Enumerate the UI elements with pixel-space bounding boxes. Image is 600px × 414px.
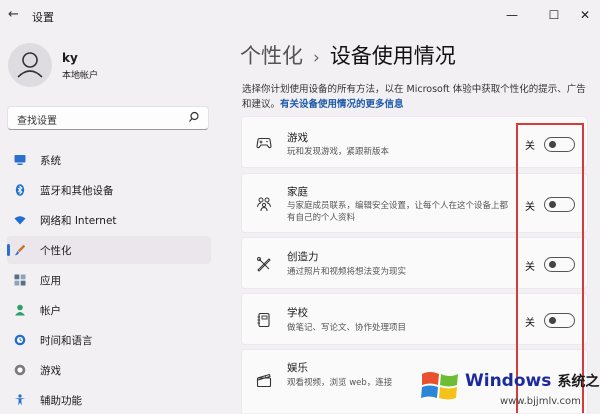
breadcrumb-parent[interactable]: 个性化 [240,44,303,68]
close-button[interactable]: ✕ [568,4,600,26]
title-bar: ← 设置 — ☐ ✕ [0,0,600,32]
brush-icon [14,244,26,256]
app-title: 设置 [32,11,54,24]
accessibility-icon [15,394,25,406]
sidebar-item-label: 辅助功能 [40,395,82,407]
sidebar-item-bluetooth[interactable]: 蓝牙和其他设备 [7,176,211,204]
watermark-brand-cn: 系统之家 [557,374,600,390]
sidebar-item-gaming[interactable]: 游戏 [7,356,211,384]
card-title: 家庭 [287,186,308,198]
globe-clock-icon [14,334,26,346]
minimize-button[interactable]: — [495,4,529,26]
page-description: 选择你计划使用设备的所有方法，以在 Microsoft 体验中获取个性化的提示、… [242,82,587,112]
person-icon [17,52,43,78]
sidebar-item-label: 蓝牙和其他设备 [40,185,114,197]
card-subtitle: 玩和发现游戏，紧跟新版本 [287,147,390,157]
sidebar-item-accounts[interactable]: 帐户 [7,296,211,324]
watermark-brand-en: Windows [465,371,552,391]
maximize-button[interactable]: ☐ [537,4,571,26]
sidebar-item-personalization[interactable]: 个性化 [7,236,211,264]
user-name: ky [62,51,78,65]
sidebar-item-apps[interactable]: 应用 [7,266,211,294]
bluetooth-icon [15,184,25,196]
monitor-icon [14,155,26,165]
sidebar-item-label: 时间和语言 [40,335,93,347]
sidebar-item-label: 游戏 [40,365,61,377]
search-icon[interactable] [188,111,200,123]
back-icon[interactable]: ← [8,7,19,22]
active-indicator [7,244,10,256]
learn-more-link[interactable]: 有关设备使用情况的更多信息 [280,99,404,110]
search-placeholder: 查找设置 [17,116,57,127]
apps-icon [14,274,26,286]
page-title: 设备使用情况 [329,44,456,68]
gamepad-icon [256,137,272,149]
card-title: 创造力 [287,251,319,263]
watermark-brand: Windows 系统之家 [465,371,600,391]
card-subtitle: 通过照片和视频将想法变为现实 [287,267,407,277]
account-type: 本地帐户 [62,71,99,81]
sidebar-item-label: 个性化 [40,245,72,257]
gamepad-icon [14,364,26,376]
sidebar-item-time-language[interactable]: 时间和语言 [7,326,211,354]
sidebar-item-label: 帐户 [40,305,61,317]
sidebar-item-label: 应用 [40,275,61,287]
card-subtitle: 与家庭成员联系，编辑安全设置，让每个人在这个设备上都有自己的个人资料 [287,201,509,223]
search-input[interactable]: 查找设置 [7,106,209,130]
avatar[interactable] [8,43,52,87]
card-title: 娱乐 [287,362,308,374]
sidebar-item-accessibility[interactable]: 辅助功能 [7,386,211,414]
breadcrumb-separator: › [313,48,320,68]
family-icon [257,197,271,212]
person-icon [15,304,25,316]
card-title: 游戏 [287,132,308,144]
windows-logo-icon [421,372,458,400]
sidebar-item-label: 网络和 Internet [40,215,117,227]
notebook-icon [257,312,270,328]
breadcrumb: 个性化 › 设备使用情况 [240,40,456,70]
wifi-icon [14,216,26,225]
sidebar-item-network[interactable]: 网络和 Internet [7,206,211,234]
clapperboard-icon [256,373,272,388]
sidebar-item-label: 系统 [40,155,61,167]
card-title: 学校 [287,307,308,319]
creativity-icon [257,257,271,272]
watermark-url: www.bjjmlv.com [500,396,581,407]
watermark: Windows 系统之家 www.bjjmlv.com [410,361,600,413]
sidebar-item-system[interactable]: 系统 [7,146,211,174]
card-subtitle: 做笔记、写论文、协作处理项目 [287,323,407,333]
